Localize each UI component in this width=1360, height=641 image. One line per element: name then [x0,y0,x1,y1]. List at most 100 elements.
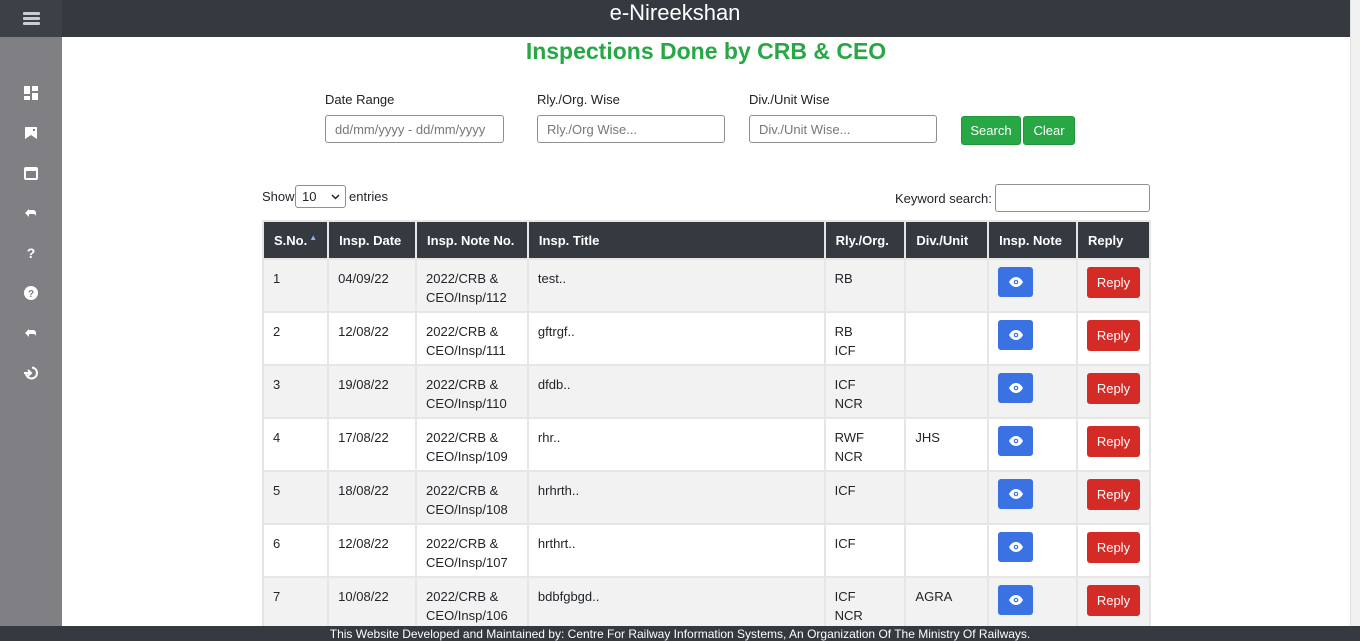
column-header-sno[interactable]: S.No. ▲ [261,220,330,260]
cell-reply: Reply [1075,364,1152,419]
cell-note-no: 2022/CRB & CEO/Insp/108 [415,470,529,525]
table-row: 7 10/08/22 2022/CRB & CEO/Insp/106 bdbfgbgd.… [261,576,1152,631]
cell-reply: Reply [1075,576,1152,631]
cell-note-no: 2022/CRB & CEO/Insp/110 [415,364,529,419]
page-title: Inspections Done by CRB & CEO [525,38,887,64]
cell-div-unit [904,470,990,525]
rly-org-line: ICF [834,589,856,604]
cell-insp-note [987,258,1078,313]
reply-icon[interactable] [22,204,40,222]
note-no-line: 2022/CRB & [426,324,499,339]
cell-title: bdbfgbgd.. [526,576,826,631]
table-row: 5 18/08/22 2022/CRB & CEO/Insp/108 hrhrth.. I… [261,470,1152,525]
note-no-line: 2022/CRB & [426,430,499,445]
cell-note-no: 2022/CRB & CEO/Insp/111 [415,311,529,366]
date-range-label: Date Range [325,92,395,107]
rly-org-line: RB [834,324,853,339]
note-no-line: CEO/Insp/110 [426,396,507,411]
cell-sno: 1 [261,258,330,313]
question-circle-icon[interactable]: ? [22,284,40,302]
reply-button[interactable]: Reply [1086,373,1140,404]
show-label: Show [262,189,295,204]
reply-button[interactable]: Reply [1086,267,1140,298]
search-button[interactable]: Search [961,116,1021,145]
cell-note-no: 2022/CRB & CEO/Insp/107 [415,523,529,578]
reply-button[interactable]: Reply [1086,320,1140,351]
cell-insp-note [987,523,1078,578]
keyword-search-label: Keyword search: [895,191,992,206]
svg-text:?: ? [28,289,34,300]
cell-reply: Reply [1075,470,1152,525]
view-note-button[interactable] [998,479,1034,509]
rly-org-input[interactable] [537,115,725,143]
rly-org-line: RWF [834,430,864,445]
app-title: e-Nireekshan [609,0,741,25]
note-no-line: CEO/Insp/106 [426,608,508,623]
div-unit-input[interactable] [749,115,937,143]
eye-icon [1008,436,1023,446]
footer: This Website Developed and Maintained by… [0,626,1360,641]
column-header-title[interactable]: Insp. Title [526,220,826,260]
bookmark-icon[interactable] [22,124,40,142]
cell-date: 10/08/22 [327,576,418,631]
cell-sno: 5 [261,470,330,525]
reply-button[interactable]: Reply [1086,532,1140,563]
cell-note-no: 2022/CRB & CEO/Insp/112 [415,258,529,313]
note-no-line: 2022/CRB & [426,271,499,286]
cell-reply: Reply [1075,417,1152,472]
view-note-button[interactable] [998,373,1034,403]
keyword-search-input[interactable] [995,184,1150,212]
cell-reply: Reply [1075,311,1152,366]
note-no-line: 2022/CRB & [426,536,499,551]
column-header-reply[interactable]: Reply [1075,220,1152,260]
cell-div-unit [904,364,990,419]
note-no-line: 2022/CRB & [426,377,499,392]
table-row: 6 12/08/22 2022/CRB & CEO/Insp/107 hrthrt.. I… [261,523,1152,578]
entries-label: entries [349,189,389,204]
cell-rly-org: ICF NCR [823,576,907,631]
cell-title: dfdb.. [526,364,826,419]
reply-button[interactable]: Reply [1086,479,1140,510]
reply-button[interactable]: Reply [1086,426,1140,457]
rly-org-line: NCR [834,608,863,623]
cell-note-no: 2022/CRB & CEO/Insp/109 [415,417,529,472]
menu-toggle-button[interactable] [0,0,62,37]
column-header-div-unit[interactable]: Div./Unit [904,220,990,260]
div-unit-label: Div./Unit Wise [749,92,830,107]
view-note-button[interactable] [998,532,1034,562]
date-range-input[interactable] [325,115,504,143]
cell-div-unit: AGRA [904,576,990,631]
calendar-icon[interactable] [22,164,40,182]
cell-date: 12/08/22 [327,523,418,578]
table-row: 2 12/08/22 2022/CRB & CEO/Insp/111 gftrgf.. R… [261,311,1152,366]
dashboard-icon[interactable] [22,84,40,102]
cell-title: rhr.. [526,417,826,472]
view-note-button[interactable] [998,426,1034,456]
hamburger-icon [22,12,40,25]
column-header-note-no[interactable]: Insp. Note No. [415,220,529,260]
eye-icon [1008,542,1023,552]
clear-button[interactable]: Clear [1023,116,1075,145]
cell-insp-note [987,470,1078,525]
view-note-button[interactable] [998,267,1034,297]
view-note-button[interactable] [998,320,1034,350]
scrollbar[interactable] [1350,0,1360,641]
note-no-line: CEO/Insp/108 [426,502,508,517]
reply-button[interactable]: Reply [1086,585,1140,616]
help-icon[interactable]: ? [22,244,40,262]
cell-rly-org: ICF NCR [823,364,907,419]
column-header-date[interactable]: Insp. Date [327,220,418,260]
column-header-rly-org[interactable]: Rly./Org. [823,220,907,260]
logout-icon[interactable] [22,364,40,382]
note-no-line: CEO/Insp/112 [426,290,507,305]
page-size-select[interactable]: 10 [295,185,346,208]
column-header-insp-note[interactable]: Insp. Note [987,220,1078,260]
cell-date: 04/09/22 [327,258,418,313]
reply-icon[interactable] [22,324,40,342]
cell-rly-org: ICF [823,523,907,578]
cell-rly-org: RWF NCR [823,417,907,472]
eye-icon [1008,383,1023,393]
cell-date: 12/08/22 [327,311,418,366]
cell-date: 17/08/22 [327,417,418,472]
view-note-button[interactable] [998,585,1034,615]
